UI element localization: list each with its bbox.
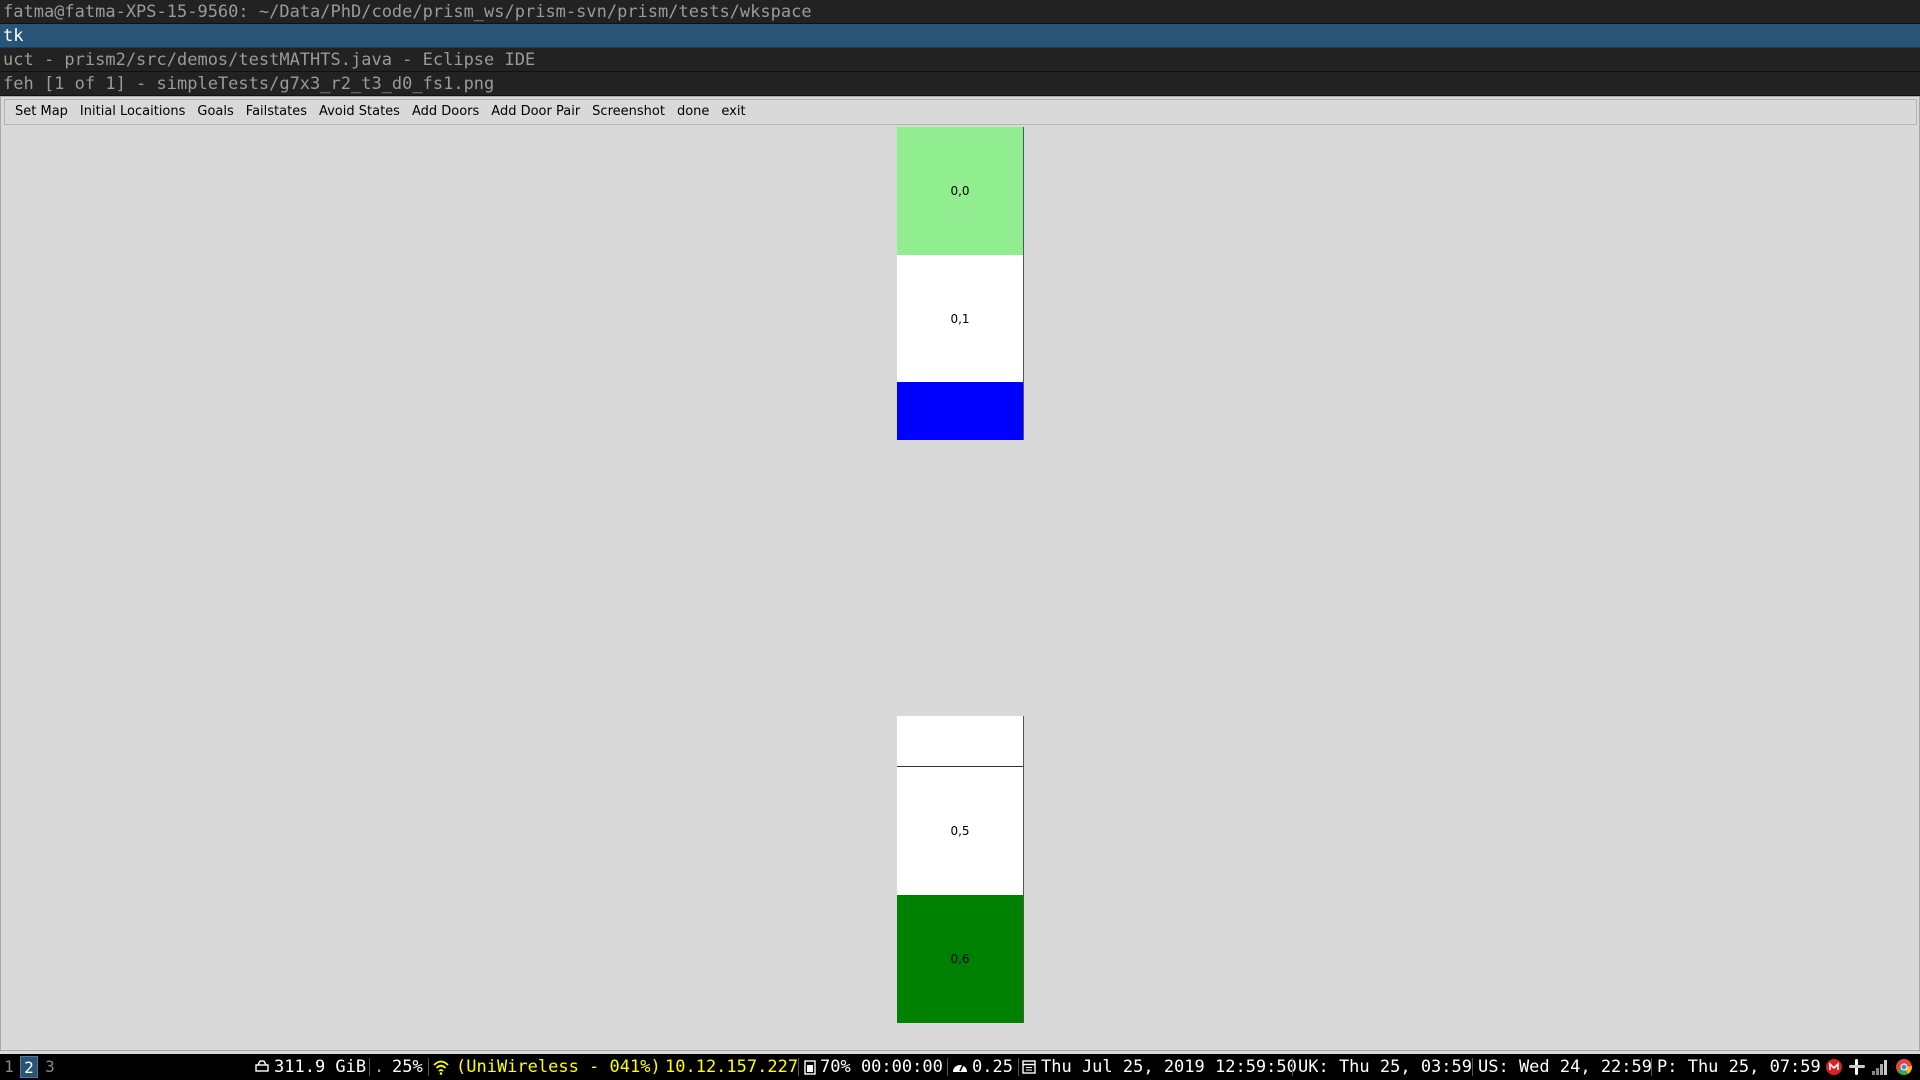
disk-usage: 311.9 GiB: [274, 1057, 367, 1077]
workspace-3[interactable]: 3: [41, 1056, 59, 1078]
calendar-icon: [1021, 1054, 1037, 1080]
gauge-icon: [951, 1054, 969, 1080]
menu-bar: Set Map Initial Locaitions Goals Failsta…: [4, 99, 1917, 125]
battery-icon: [803, 1054, 817, 1080]
grid-cell-blue[interactable]: [897, 382, 1024, 440]
cpu-load: 0.25: [972, 1057, 1013, 1077]
grid-cell-0-5[interactable]: 0,5: [897, 767, 1024, 895]
tk-app-window: Set Map Initial Locaitions Goals Failsta…: [0, 96, 1920, 1051]
uk-time: UK: Thu 25, 03:59: [1298, 1057, 1472, 1077]
separator: [798, 1058, 799, 1076]
chrome-icon[interactable]: [1895, 1058, 1913, 1076]
workspace-2[interactable]: 2: [20, 1056, 38, 1078]
window-title-eclipse[interactable]: uct - prism2/src/demos/testMATHTS.java -…: [0, 48, 1920, 72]
mail-icon[interactable]: [1825, 1058, 1843, 1076]
separator: [1651, 1058, 1652, 1076]
separator: [947, 1058, 948, 1076]
grid-cell-0-6[interactable]: 0,6: [897, 895, 1024, 1023]
wifi-icon: [432, 1054, 450, 1080]
menu-add-door-pair[interactable]: Add Door Pair: [485, 101, 586, 123]
grid-cell-0-0[interactable]: 0,0: [897, 127, 1024, 255]
menu-failstates[interactable]: Failstates: [240, 101, 313, 123]
menu-set-map[interactable]: Set Map: [9, 101, 74, 123]
menu-initial-locations[interactable]: Initial Locaitions: [74, 101, 191, 123]
separator: [428, 1058, 429, 1076]
menu-done[interactable]: done: [671, 101, 715, 123]
p-time: P: Thu 25, 07:59: [1657, 1057, 1821, 1077]
separator: [1472, 1058, 1473, 1076]
separator: [369, 1058, 370, 1076]
window-title-feh[interactable]: feh [1 of 1] - simpleTests/g7x3_r2_t3_d0…: [0, 72, 1920, 96]
date-time: Thu Jul 25, 2019 12:59:50: [1041, 1057, 1297, 1077]
separator: [1018, 1058, 1019, 1076]
us-time: US: Wed 24, 22:59: [1478, 1057, 1652, 1077]
grid-cell-0-1[interactable]: 0,1: [897, 255, 1024, 382]
status-bar: 1 2 3 311.9 GiB . 25% (UniWireless - 041…: [0, 1054, 1920, 1080]
window-title-terminal[interactable]: fatma@fatma-XPS-15-9560: ~/Data/PhD/code…: [0, 0, 1920, 24]
battery-status: 70% 00:00:00: [820, 1057, 943, 1077]
ip-address: 10.12.157.227: [665, 1057, 799, 1077]
volume-icon: .: [374, 1057, 385, 1077]
menu-avoid-states[interactable]: Avoid States: [313, 101, 406, 123]
volume-level: 25%: [392, 1057, 423, 1077]
disk-icon: [254, 1054, 270, 1080]
signal-strength-icon[interactable]: [1871, 1058, 1889, 1076]
workspace-1[interactable]: 1: [0, 1056, 18, 1078]
menu-screenshot[interactable]: Screenshot: [586, 101, 671, 123]
wifi-status: (UniWireless - 041%): [456, 1057, 661, 1077]
menu-goals[interactable]: Goals: [191, 101, 239, 123]
menu-exit[interactable]: exit: [715, 101, 751, 123]
grid-cell-partial[interactable]: [897, 716, 1024, 767]
slack-icon[interactable]: [1848, 1058, 1866, 1076]
separator: [1292, 1058, 1293, 1076]
window-title-tk[interactable]: tk: [0, 24, 1920, 48]
grid-canvas[interactable]: 0,0 0,1 0,5 0,6: [1, 125, 1919, 1050]
menu-add-doors[interactable]: Add Doors: [406, 101, 485, 123]
